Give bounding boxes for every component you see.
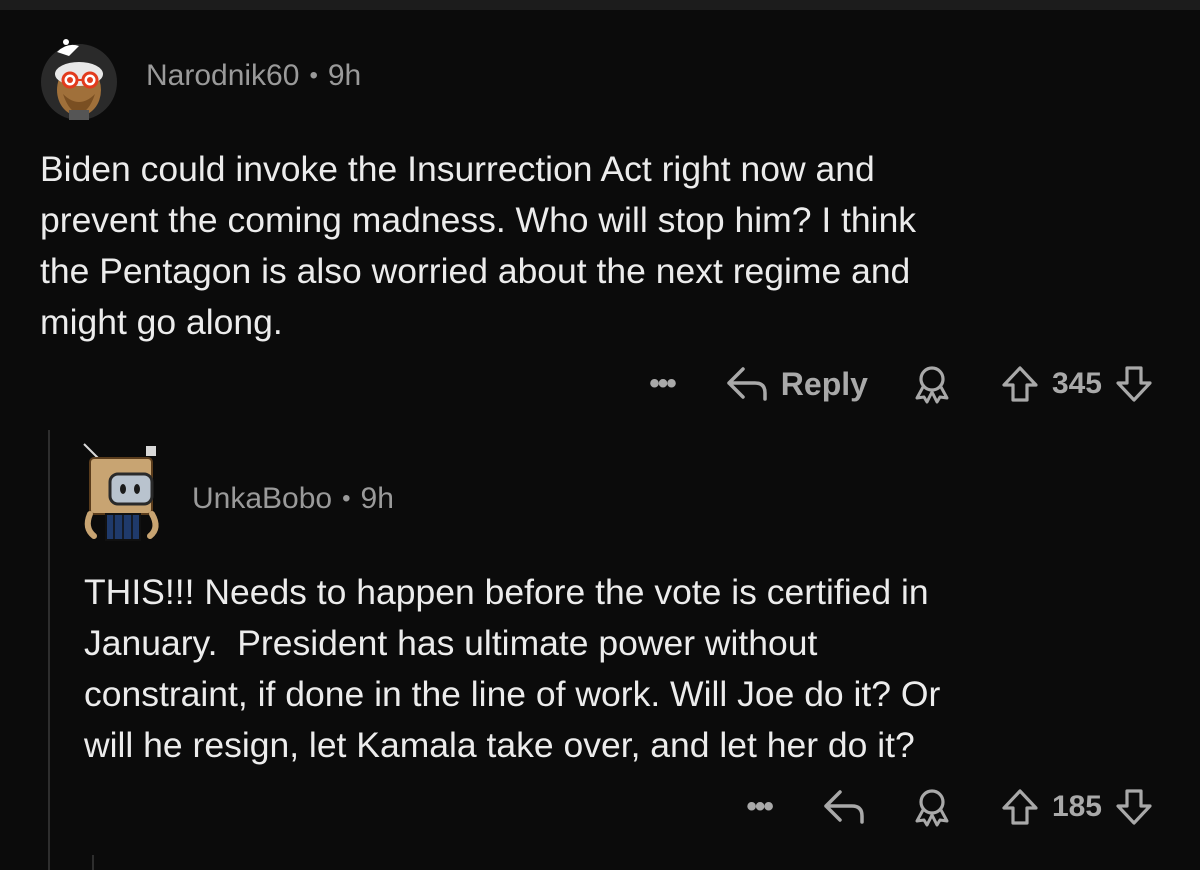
top-bar — [0, 0, 1200, 10]
user-avatar-narodnik60[interactable] — [33, 38, 125, 120]
reply-arrow-icon — [727, 367, 767, 401]
reply-label: Reply — [780, 365, 868, 402]
comment-actions: ••• 185 — [746, 783, 1154, 831]
award-icon[interactable] — [912, 364, 952, 404]
vote-count: 185 — [1051, 790, 1102, 823]
vote-count: 345 — [1051, 367, 1102, 400]
upvote-arrow-icon[interactable] — [1000, 787, 1040, 827]
reply-button[interactable] — [822, 788, 868, 826]
reply-button[interactable]: Reply — [725, 365, 868, 403]
more-options-button[interactable]: ••• — [649, 367, 676, 401]
comment-actions: ••• Reply 345 — [649, 360, 1154, 408]
timestamp: 9h — [327, 59, 362, 92]
thread-line[interactable] — [48, 430, 50, 870]
reply-arrow-icon — [824, 790, 864, 824]
timestamp: 9h — [360, 482, 394, 515]
comment-body: Biden could invoke the Insurrection Act … — [40, 149, 917, 342]
comment-meta: UnkaBobo • 9h — [192, 481, 394, 517]
separator: • — [342, 485, 351, 512]
upvote-arrow-icon[interactable] — [1000, 364, 1040, 404]
username[interactable]: UnkaBobo — [192, 482, 332, 516]
username[interactable]: Narodnik60 — [146, 59, 299, 93]
award-icon[interactable] — [912, 787, 952, 827]
downvote-arrow-icon[interactable] — [1114, 787, 1154, 827]
comment-thread: Narodnik60 • 9h Biden could invoke the I… — [0, 0, 1200, 870]
downvote-arrow-icon[interactable] — [1114, 364, 1154, 404]
comment-body: THIS!!! Needs to happen before the vote … — [84, 572, 941, 765]
more-options-button[interactable]: ••• — [746, 790, 773, 824]
thread-line[interactable] — [92, 855, 94, 870]
comment-meta: Narodnik60 • 9h — [146, 58, 361, 94]
user-avatar-unkabobo[interactable] — [80, 440, 170, 550]
separator: • — [309, 62, 318, 89]
